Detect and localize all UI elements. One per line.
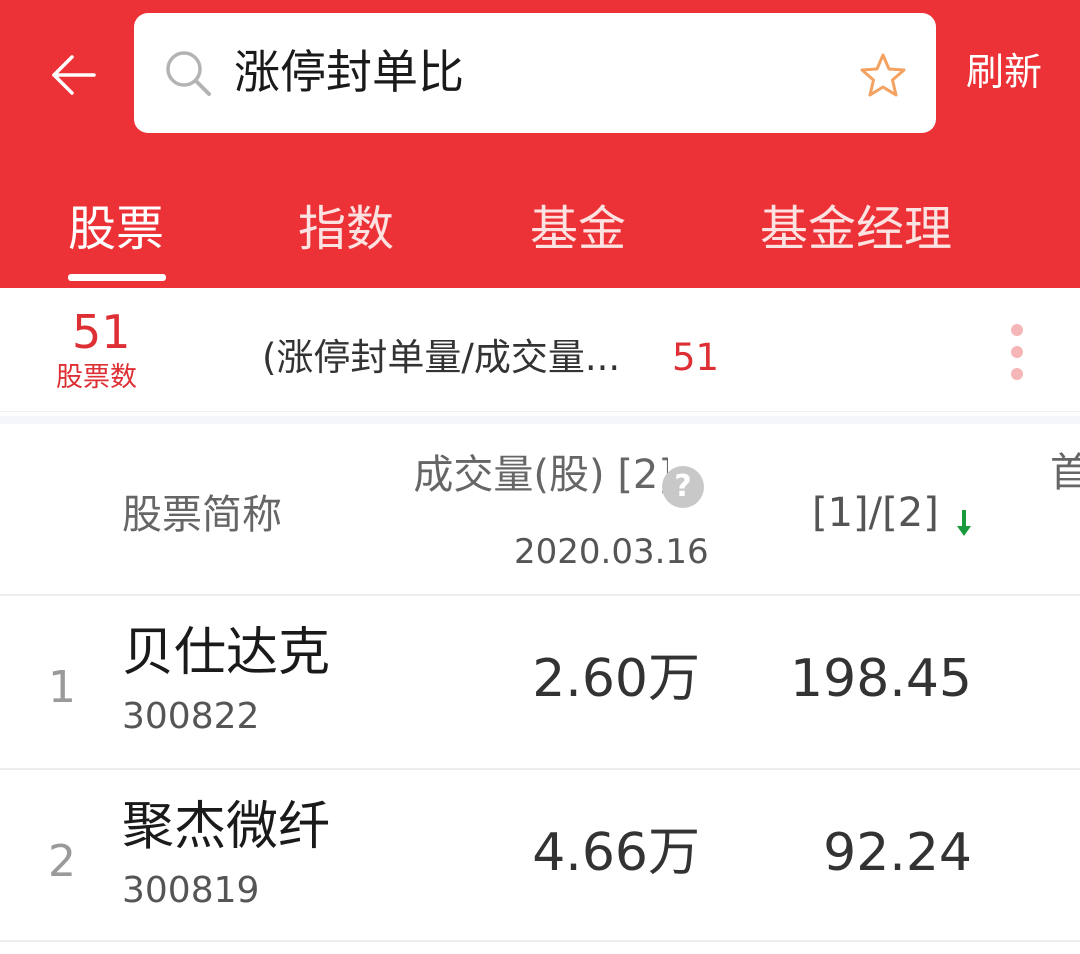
table-header: 股票简称 成交量(股) [2] ? 2020.03.16 [1]/[2] 首 (0, 416, 1080, 594)
app-header: 涨停封单比 刷新 股票 指数 基金 基金经理 (0, 0, 1080, 288)
tab-index[interactable]: 指数 (298, 196, 394, 262)
stock-code: 300819 (122, 870, 260, 911)
stock-code: 300822 (122, 696, 260, 737)
column-header-next[interactable]: 首 (1050, 446, 1080, 500)
column-header-volume-date: 2020.03.16 (514, 532, 709, 572)
stock-count-label: 股票数 (56, 362, 137, 393)
arrow-left-icon (52, 55, 96, 95)
tab-stocks[interactable]: 股票 (68, 196, 164, 262)
divider (0, 940, 1080, 942)
back-button[interactable] (46, 48, 100, 102)
stock-count: 51 (72, 305, 131, 359)
column-header-ratio[interactable]: [1]/[2] (812, 486, 939, 540)
row-index: 2 (48, 836, 76, 887)
search-icon (166, 51, 211, 96)
help-icon[interactable]: ? (662, 466, 704, 508)
stock-name[interactable]: 聚杰微纤 (122, 792, 330, 862)
search-query[interactable]: 涨停封单比 (234, 39, 464, 105)
condition-count: 51 (672, 336, 720, 379)
stock-ratio: 198.45 (790, 649, 972, 709)
arrow-down-icon[interactable] (954, 506, 974, 538)
tab-fund-managers[interactable]: 基金经理 (760, 196, 952, 262)
result-summary: 51 股票数 (涨停封单量/成交量... 51 (0, 288, 1080, 412)
stock-ratio: 92.24 (823, 823, 972, 883)
column-header-volume-label: 成交量(股) [2] (413, 452, 668, 498)
table-row[interactable]: 1 贝仕达克 300822 2.60万 198.45 (0, 594, 1080, 768)
table-row[interactable]: 2 聚杰微纤 300819 4.66万 92.24 (0, 768, 1080, 942)
tab-funds[interactable]: 基金 (530, 196, 626, 262)
more-vertical-icon (1011, 346, 1023, 358)
more-vertical-icon (1011, 324, 1023, 336)
column-header-volume[interactable]: 成交量(股) [2] (378, 446, 668, 506)
star-outline-icon[interactable] (858, 51, 908, 101)
stock-name[interactable]: 贝仕达克 (122, 618, 330, 688)
active-tab-indicator (68, 274, 166, 281)
condition-label[interactable]: (涨停封单量/成交量... (262, 332, 620, 384)
search-box[interactable]: 涨停封单比 (134, 13, 936, 133)
stock-volume: 4.66万 (532, 823, 700, 883)
more-button[interactable] (1002, 322, 1032, 382)
stock-volume: 2.60万 (532, 649, 700, 709)
column-header-name: 股票简称 (122, 492, 282, 538)
row-index: 1 (48, 662, 76, 713)
refresh-button[interactable]: 刷新 (966, 46, 1042, 98)
more-vertical-icon (1011, 368, 1023, 380)
